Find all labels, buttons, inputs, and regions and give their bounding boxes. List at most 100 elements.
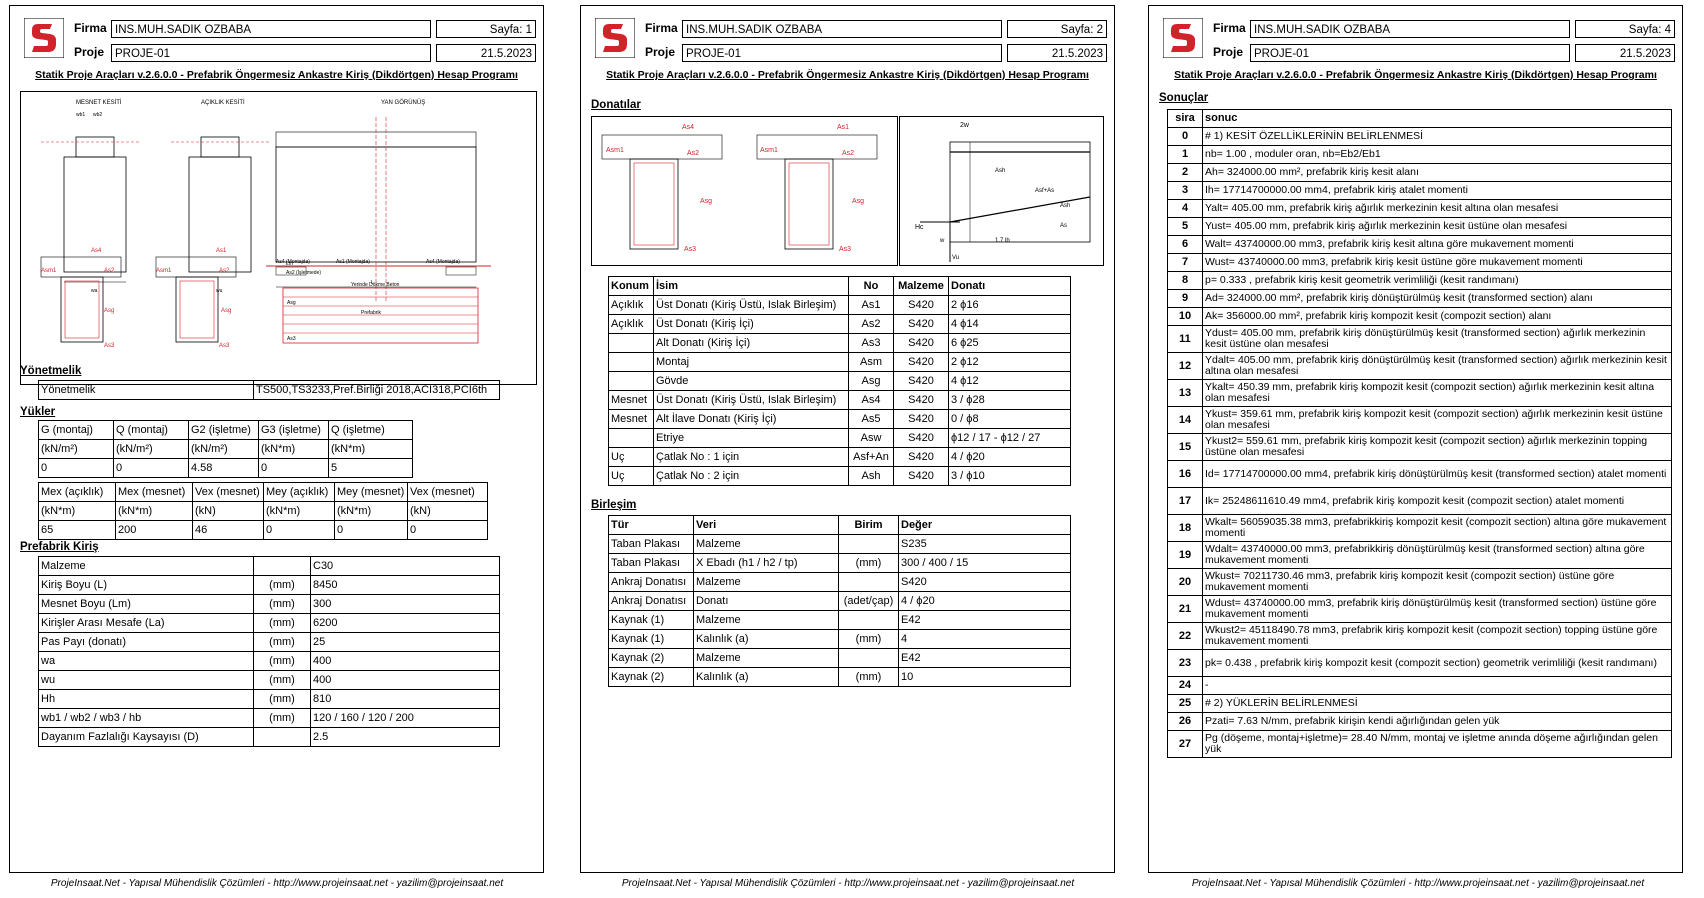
table-cell: (kN*m) — [258, 439, 329, 459]
yonetmelik-table: Yönetmelik TS500,TS3233,Pref.Birliği 201… — [38, 380, 500, 400]
table-cell: S420 — [893, 428, 949, 448]
table-header-row: Konum İsim No Malzeme Donatı — [608, 276, 1071, 296]
table-cell: (mm) — [838, 629, 899, 649]
table-cell: Hh — [38, 689, 254, 709]
table-row: 16 Id= 17714700000.00 mm4, prefabrik kiri… — [1167, 460, 1672, 488]
table-row: Yönetmelik TS500,TS3233,Pref.Birliği 201… — [38, 380, 500, 400]
table-cell: TS500,TS3233,Pref.Birliği 2018,ACI318,PC… — [253, 380, 500, 400]
row-index: 22 — [1167, 622, 1203, 650]
svg-text:Asm1: Asm1 — [760, 147, 778, 154]
column-header: Birim — [838, 515, 899, 535]
column-header: sira — [1167, 109, 1203, 128]
table-cell: (kN*m) — [263, 501, 335, 521]
table-cell: Ash — [848, 466, 894, 486]
svg-text:As2 (İşletmede): As2 (İşletmede) — [286, 269, 321, 276]
table-row: Mesnet Alt İlave Donatı (Kiriş İçi) As5 S42… — [608, 409, 1071, 429]
row-index: 13 — [1167, 379, 1203, 407]
table-cell: ϕ12 / 17 - ϕ12 / 27 — [948, 428, 1071, 448]
firma-value: INS.MUH.SADIK OZBABA — [111, 20, 431, 38]
table-cell: (adet/çap) — [838, 591, 899, 611]
table-cell: 2 ϕ12 — [948, 352, 1071, 372]
table-cell: 400 — [310, 651, 500, 671]
table-row: 13 Ykalt= 450.39 mm, prefabrik kiriş komp… — [1167, 379, 1672, 407]
table-cell: 6 ϕ25 — [948, 333, 1071, 353]
table-cell: As2 — [848, 314, 894, 334]
program-title: Statik Proje Araçları v.2.6.0.0 - Prefab… — [606, 69, 1089, 81]
section-drawing: As4 Asm1 As2 Asg As3 As1 Asm1 As2 Asg As… — [591, 116, 898, 266]
svg-text:As2: As2 — [842, 150, 854, 157]
row-index: 12 — [1167, 352, 1203, 380]
table-cell: 8450 — [310, 575, 500, 595]
table-cell: 0 — [113, 458, 189, 478]
page-footer: ProjeInsaat.Net - Yapısal Mühendislik Çö… — [50, 878, 504, 889]
table-cell: Alt İlave Donatı (Kiriş İçi) — [653, 409, 849, 429]
table-row: G (montaj) Q (montaj) G2 (işletme) G3 (i… — [38, 420, 413, 440]
table-row: 0 # 1) KESİT ÖZELLİKLERİNİN BELİRLENMESİ — [1167, 127, 1672, 146]
svg-text:As4: As4 — [91, 248, 102, 254]
table-cell: 810 — [310, 689, 500, 709]
column-header: Veri — [693, 515, 839, 535]
page-footer: ProjeInsaat.Net - Yapısal Mühendislik Çö… — [621, 878, 1075, 889]
table-row: Taban Plakası Malzeme S235 — [608, 534, 1071, 554]
table-cell: Malzeme — [693, 534, 839, 554]
proje-label: Proje — [74, 45, 105, 59]
table-cell: wb1 / wb2 / wb3 / hb — [38, 708, 254, 728]
row-result: Wdalt= 43740000.00 mm3, prefabrikkiriş d… — [1202, 541, 1672, 569]
row-index: 5 — [1167, 217, 1203, 236]
beam-drawing-svg: MESNET KESİTİ AÇIKLIK KESİTİ YAN GÖRÜNÜŞ… — [40, 99, 491, 349]
table-cell — [838, 610, 899, 630]
table-cell: Çatlak No : 1 için — [653, 447, 849, 467]
table-row: Malzeme C30 — [38, 556, 500, 576]
table-cell: 5 — [328, 458, 413, 478]
firma-value: INS.MUH.SADIK OZBABA — [682, 20, 1002, 38]
svg-text:As3: As3 — [219, 343, 230, 349]
page-2: Firma Proje INS.MUH.SADIK OZBABA Sayfa: … — [580, 5, 1115, 873]
row-index: 26 — [1167, 712, 1203, 731]
table-row: 8 p= 0.333 , prefabrik kiriş kesit geomet… — [1167, 271, 1672, 290]
table-cell: (kN/m²) — [38, 439, 114, 459]
table-row: Uç Çatlak No : 2 için Ash S420 3 / ϕ10 — [608, 466, 1071, 486]
birlesim-table: Tür Veri Birim Değer Taban Plakası Malzem… — [608, 515, 1071, 687]
svg-text:As4: As4 — [682, 124, 694, 131]
table-cell: Ankraj Donatısı — [608, 572, 694, 592]
column-header: Değer — [898, 515, 1071, 535]
table-row: 26 Pzati= 7.63 N/mm, prefabrik kirişin ke… — [1167, 712, 1672, 731]
table-row: Hh (mm) 810 — [38, 689, 500, 709]
table-cell: wa — [38, 651, 254, 671]
row-index: 9 — [1167, 289, 1203, 308]
table-row: 27 Pg (döşeme, montaj+işletme)= 28.40 N/m… — [1167, 730, 1672, 758]
table-cell: Kalınlık (a) — [693, 629, 839, 649]
table-cell — [608, 333, 654, 353]
table-row: 65 200 46 0 0 0 — [38, 520, 488, 540]
row-index: 3 — [1167, 181, 1203, 200]
row-result: Ah= 324000.00 mm², prefabrik kiriş kesit… — [1202, 163, 1672, 182]
table-cell: (kN/m²) — [113, 439, 189, 459]
svg-text:MESNET KESİTİ: MESNET KESİTİ — [76, 99, 122, 106]
table-row: 2 Ah= 324000.00 mm², prefabrik kiriş kesi… — [1167, 163, 1672, 182]
svg-text:As4 (Montajda): As4 (Montajda) — [276, 259, 310, 265]
table-row: 20 Wkust= 70211730.46 mm3, prefabrik kiri… — [1167, 568, 1672, 596]
table-row: Ankraj Donatısı Malzeme S420 — [608, 572, 1071, 592]
firma-label: Firma — [645, 21, 678, 35]
row-result: Ykust2= 559.61 mm, prefabrik kiriş kompo… — [1202, 433, 1672, 461]
row-index: 8 — [1167, 271, 1203, 290]
row-result: nb= 1.00 , moduler oran, nb=Eb2/Eb1 — [1202, 145, 1672, 164]
row-result: # 1) KESİT ÖZELLİKLERİNİN BELİRLENMESİ — [1202, 127, 1672, 146]
table-cell: S420 — [898, 572, 1071, 592]
row-result: Ak= 356000.00 mm², prefabrik kiriş kompo… — [1202, 307, 1672, 326]
table-cell: (mm) — [253, 689, 311, 709]
svg-text:Prefabrik: Prefabrik — [361, 310, 382, 316]
table-cell: Çatlak No : 2 için — [653, 466, 849, 486]
row-index: 4 — [1167, 199, 1203, 218]
page-1: Firma Proje INS.MUH.SADIK OZBABA Sayfa: … — [9, 5, 544, 873]
donatilar-title: Donatılar — [591, 99, 641, 111]
table-row: Kaynak (2) Kalınlık (a) (mm) 10 — [608, 667, 1071, 687]
proje-value: PROJE-01 — [682, 44, 1002, 62]
table-row: Mex (açıklık) Mex (mesnet) Vex (mesnet) … — [38, 482, 488, 502]
svg-text:Asg: Asg — [700, 198, 712, 205]
table-cell: (kN/m²) — [188, 439, 259, 459]
table-cell: S420 — [893, 314, 949, 334]
row-result: Wkust2= 45118490.78 mm3, prefabrik kiriş… — [1202, 622, 1672, 650]
table-row: Açıklık Üst Donatı (Kiriş İçi) As2 S420 4 ϕ1… — [608, 314, 1071, 334]
table-row: 11 Ydust= 405.00 mm, prefabrik kiriş dönü… — [1167, 325, 1672, 353]
